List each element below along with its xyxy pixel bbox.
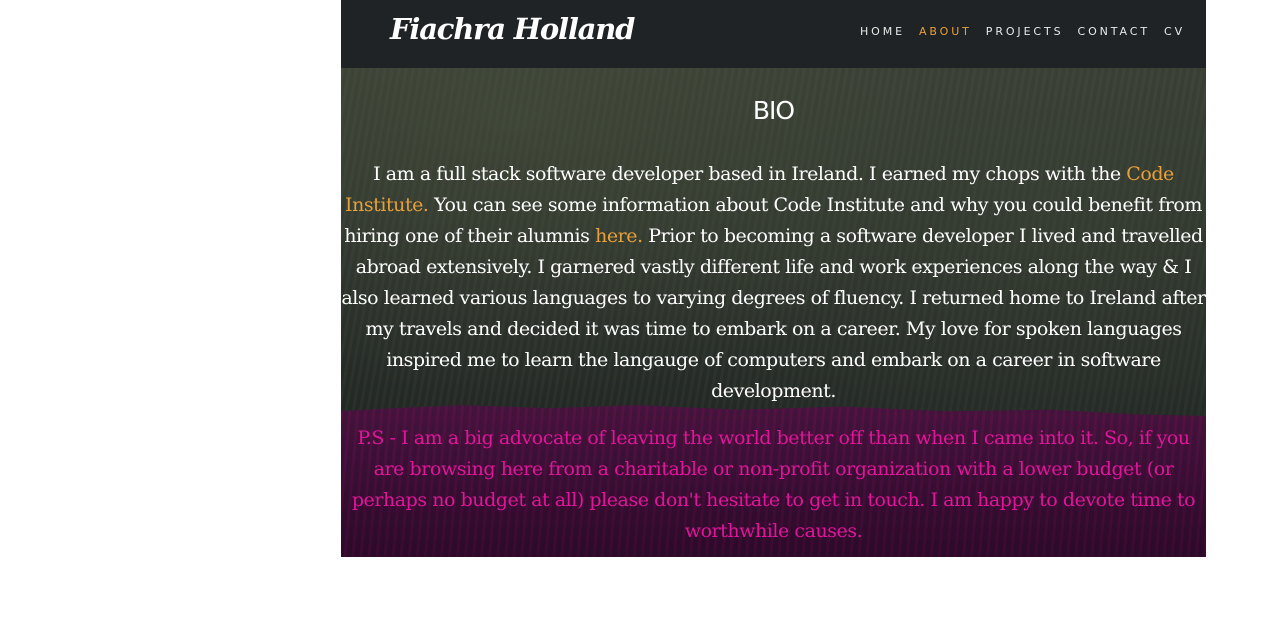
here-link[interactable]: here.	[595, 225, 643, 247]
site-container: Fiachra Holland HOME ABOUT PROJECTS CONT…	[341, 0, 1206, 557]
nav-cv[interactable]: CV	[1164, 25, 1185, 38]
nav-projects[interactable]: PROJECTS	[986, 25, 1064, 38]
bio-text-part-3: Prior to becoming a software developer I…	[341, 225, 1206, 402]
main-nav: HOME ABOUT PROJECTS CONTACT CV	[846, 25, 1185, 38]
bio-heading: BIO	[752, 96, 795, 125]
ps-paragraph: P.S - I am a big advocate of leaving the…	[351, 427, 1196, 542]
nav-contact[interactable]: CONTACT	[1078, 25, 1150, 38]
bio-paragraph: I am a full stack software developer bas…	[341, 159, 1206, 407]
navbar: Fiachra Holland HOME ABOUT PROJECTS CONT…	[341, 0, 1206, 68]
bio-text-part-1: I am a full stack software developer bas…	[373, 163, 1127, 185]
brand-logo[interactable]: Fiachra Holland	[390, 12, 635, 46]
nav-home[interactable]: HOME	[860, 25, 905, 38]
nav-about[interactable]: ABOUT	[919, 25, 972, 38]
